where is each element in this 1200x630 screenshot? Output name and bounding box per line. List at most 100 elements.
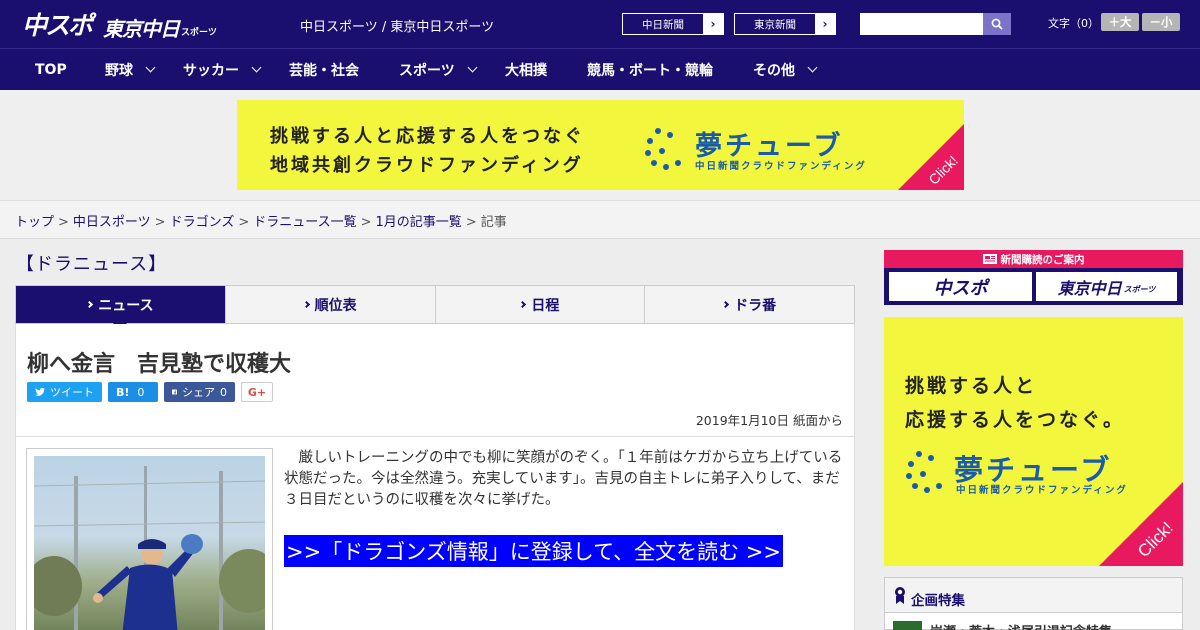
nav-item-racing[interactable]: 競馬・ボート・競輪 — [587, 49, 713, 90]
sidebar-crowdfunding-ad[interactable]: 挑戦する人と 応援する人をつなぐ。 夢チューブ 中日新聞クラウドファンディング … — [884, 317, 1183, 566]
google-plus-icon: G+ — [247, 385, 267, 399]
ext-link-label: 東京新聞 — [754, 18, 796, 31]
nav-item-sumo[interactable]: 大相撲 — [505, 49, 547, 90]
social-share-bar: ツイート B! 0 シェア 0 G+ — [27, 382, 273, 402]
tab-dora-reporter[interactable]: ドラ番 — [645, 286, 854, 323]
tweet-label: ツイート — [50, 386, 94, 399]
site-logo[interactable]: 中スポ 東京中日 スポーツ — [22, 6, 217, 42]
facebook-icon — [172, 389, 177, 395]
feature-title: 企画特集 — [911, 593, 965, 609]
feature-item-label: 岩瀬・荒木・浅尾引退記念特集 — [930, 621, 1112, 630]
photo-image — [34, 456, 265, 630]
nav-item-label: サッカー — [183, 62, 239, 79]
breadcrumb-link-january[interactable]: 1月の記事一覧 — [376, 215, 462, 230]
article-dateline: 2019年1月10日 紙面から — [695, 413, 843, 428]
logo-main: 中スポ — [22, 11, 93, 40]
search-button[interactable] — [983, 13, 1011, 35]
nav-item-label: TOP — [35, 61, 67, 78]
chevron-right-icon — [86, 300, 94, 309]
nav-item-label: その他 — [753, 62, 795, 79]
chevron-right-icon: › — [815, 14, 835, 34]
nav-item-label: スポーツ — [399, 62, 455, 79]
font-smaller-button[interactable]: －小 — [1142, 13, 1180, 31]
tab-label: 順位表 — [314, 297, 357, 314]
article-body: 厳しいトレーニングの中でも柳に笑顔がのぞく。「１年前はケガから立ち上げている状態… — [284, 450, 843, 508]
tweet-button[interactable]: ツイート — [27, 382, 102, 402]
badge-icon — [895, 587, 905, 604]
article-photo[interactable] — [26, 448, 273, 630]
breadcrumb-link-top[interactable]: トップ — [15, 215, 54, 230]
font-size-label: 文字（0） — [1048, 17, 1099, 30]
chevron-right-icon — [302, 300, 310, 309]
site-title[interactable]: 中日スポーツ / 東京中日スポーツ — [300, 16, 494, 35]
search-input[interactable] — [860, 13, 983, 35]
search-icon — [991, 18, 1003, 30]
chevron-down-icon — [467, 62, 478, 73]
subscription-box[interactable]: 新聞購読のご案内 中スポ 東京中日 スポーツ — [884, 250, 1183, 305]
nav-item-soccer[interactable]: サッカー — [183, 49, 262, 90]
tab-label: ドラ番 — [734, 297, 777, 314]
chevron-right-icon — [722, 300, 730, 309]
breadcrumb-separator: > — [360, 215, 372, 230]
nav-item-label: 大相撲 — [505, 62, 547, 79]
chevron-down-icon — [251, 62, 262, 73]
font-larger-button[interactable]: ＋大 — [1101, 13, 1139, 31]
nav-item-sports[interactable]: スポーツ — [399, 49, 478, 90]
subscribe-tokyo-chunichi-logo[interactable]: 東京中日 スポーツ — [1036, 272, 1177, 301]
nav-item-top[interactable]: TOP — [35, 49, 67, 90]
breadcrumb-current: 記事 — [480, 215, 507, 230]
top-header: 中スポ 東京中日 スポーツ 中日スポーツ / 東京中日スポーツ 中日新聞 › 東… — [0, 0, 1200, 48]
subscription-header: 新聞購読のご案内 — [884, 250, 1183, 268]
tab-schedule[interactable]: 日程 — [436, 286, 646, 323]
nav-item-other[interactable]: その他 — [753, 49, 818, 90]
divider — [16, 436, 854, 437]
breadcrumb-link-dragons[interactable]: ドラゴンズ — [170, 215, 235, 230]
facebook-share-button[interactable]: シェア 0 — [164, 382, 235, 402]
subscribe-logo-text: 東京中日 — [1057, 278, 1122, 298]
section-title: 【ドラニュース】 — [16, 254, 168, 275]
main-nav: TOP 野球 サッカー 芸能・社会 スポーツ 大相撲 競馬・ボート・競輪 その他 — [0, 48, 1200, 90]
tab-standings[interactable]: 順位表 — [226, 286, 436, 323]
facebook-share-count: 0 — [220, 385, 227, 399]
article-headline: 柳へ金言 吉見塾で収穫大 — [27, 352, 292, 377]
breadcrumb-link-chunichi-sports[interactable]: 中日スポーツ — [73, 215, 151, 230]
nav-item-entertainment[interactable]: 芸能・社会 — [289, 49, 359, 90]
tab-label: ニュース — [98, 297, 154, 314]
hatena-icon: B! — [116, 385, 130, 399]
banner-text-line1: 挑戦する人と応援する人をつなぐ — [270, 126, 585, 147]
subscription-header-label: 新聞購読のご案内 — [1000, 253, 1085, 266]
breadcrumb-separator: > — [238, 215, 250, 230]
feature-item[interactable]: 岩瀬・荒木・浅尾引退記念特集 — [893, 621, 1173, 630]
facebook-share-label: シェア — [182, 386, 215, 399]
section-tabs: ニュース 順位表 日程 ドラ番 — [15, 285, 855, 331]
side-ad-line2: 応援する人をつなぐ。 — [905, 409, 1126, 431]
breadcrumb-link-news-list[interactable]: ドラニュース一覧 — [253, 215, 356, 230]
chevron-right-icon — [519, 300, 527, 309]
tokyo-shimbun-link[interactable]: 東京新聞 › — [734, 13, 836, 35]
nav-item-label: 競馬・ボート・競輪 — [587, 62, 713, 79]
twitter-icon — [35, 387, 45, 396]
feature-thumbnail — [893, 621, 922, 630]
nav-item-baseball[interactable]: 野球 — [105, 49, 156, 90]
subscribe-chuspo-logo[interactable]: 中スポ — [889, 272, 1032, 301]
chevron-right-icon: › — [703, 14, 723, 34]
tab-label: 日程 — [531, 297, 560, 314]
tab-news[interactable]: ニュース — [16, 286, 226, 331]
google-plus-button[interactable]: G+ — [241, 382, 273, 402]
chunichi-shimbun-link[interactable]: 中日新聞 › — [622, 13, 724, 35]
subscribe-logo-small: スポーツ — [1123, 285, 1156, 294]
breadcrumb-separator: > — [465, 215, 477, 230]
breadcrumb-separator: > — [58, 215, 69, 230]
ext-link-label: 中日新聞 — [642, 18, 684, 31]
read-more-link[interactable]: >>「ドラゴンズ情報」に登録して、全文を読む >> — [284, 535, 783, 567]
crowdfunding-banner-ad[interactable]: 挑戦する人と応援する人をつなぐ 地域共創クラウドファンディング 夢チューブ 中日… — [237, 100, 964, 190]
hatena-bookmark-button[interactable]: B! 0 — [108, 382, 158, 402]
logo-sub-small: スポーツ — [181, 28, 217, 38]
breadcrumb: トップ > 中日スポーツ > ドラゴンズ > ドラニュース一覧 >1月の記事一覧 > 記事 — [0, 200, 1200, 239]
logo-sub: 東京中日 — [103, 17, 180, 41]
hatena-count: 0 — [137, 385, 145, 399]
newspaper-icon — [982, 254, 997, 264]
nav-item-label: 野球 — [105, 62, 133, 79]
feature-header: 企画特集 — [885, 578, 1182, 613]
banner-brand-sub: 中日新聞クラウドファンディング — [695, 161, 867, 172]
